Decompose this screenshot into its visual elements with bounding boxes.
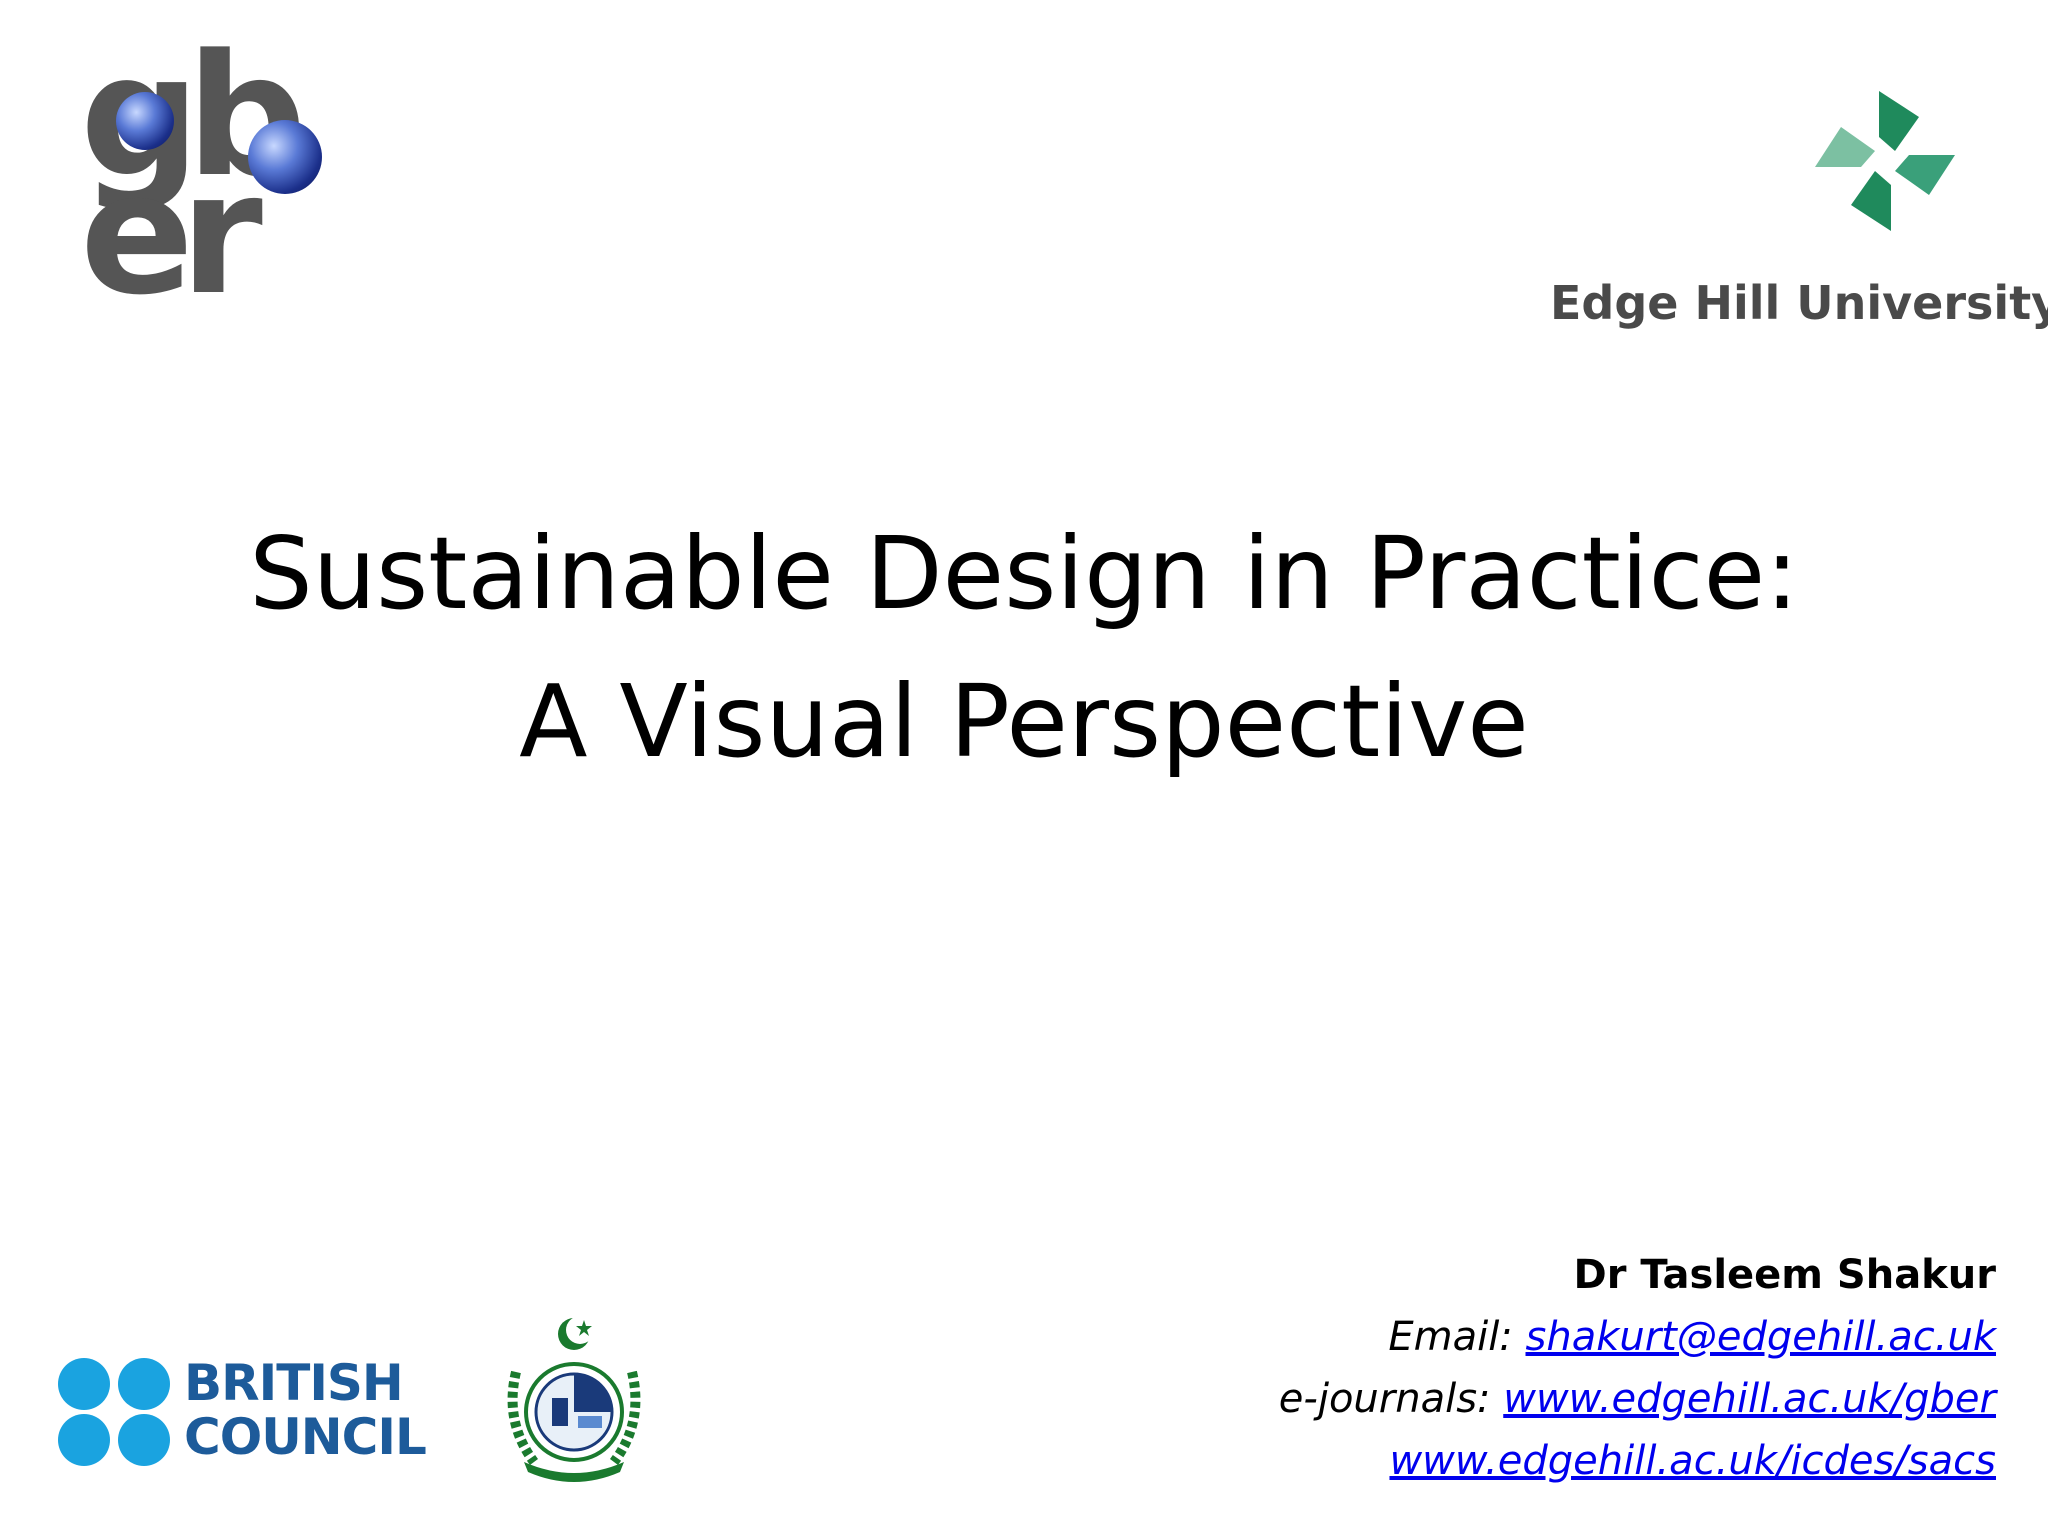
- ejournals-label: e-journals:: [1278, 1376, 1504, 1422]
- slide-title-line2: A Visual Perspective: [519, 663, 1529, 780]
- slide: gb er Edge Hill University Sustainable D…: [0, 0, 2048, 1536]
- ejournals-line: e-journals: www.edgehill.ac.uk/gber: [1279, 1368, 1996, 1430]
- email-label: Email:: [1388, 1314, 1526, 1360]
- ejournal-link-sacs[interactable]: www.edgehill.ac.uk/icdes/sacs: [1389, 1438, 1996, 1484]
- author-contact-block: Dr Tasleem Shakur Email: shakurt@edgehil…: [1279, 1244, 1996, 1492]
- slide-title: Sustainable Design in Practice: A Visual…: [0, 500, 2048, 796]
- email-link[interactable]: shakurt@edgehill.ac.uk: [1526, 1314, 1997, 1360]
- hec-emblem-icon: [507, 1316, 641, 1482]
- british-council-dots-icon: [56, 1356, 182, 1466]
- author-name: Dr Tasleem Shakur: [1573, 1252, 1996, 1298]
- email-line: Email: shakurt@edgehill.ac.uk: [1279, 1306, 1996, 1368]
- british-council-logo: BRITISH COUNCIL: [56, 1356, 446, 1466]
- gber-line2: er: [80, 136, 263, 332]
- ejournals-line-2: www.edgehill.ac.uk/icdes/sacs: [1279, 1430, 1996, 1492]
- edge-hill-university-name: Edge Hill University: [1550, 276, 2048, 330]
- slide-title-line1: Sustainable Design in Practice:: [249, 515, 1799, 632]
- british-council-line2: COUNCIL: [184, 1408, 427, 1466]
- ejournal-link-gber[interactable]: www.edgehill.ac.uk/gber: [1503, 1376, 1996, 1422]
- british-council-line1: BRITISH: [184, 1354, 404, 1412]
- edge-hill-university-logo: Edge Hill University: [1540, 86, 2048, 356]
- globe-icon: [248, 120, 322, 194]
- edge-hill-emblem-icon: [1815, 91, 1955, 231]
- british-council-wordmark: BRITISH COUNCIL: [184, 1354, 427, 1466]
- globe-icon: [116, 92, 174, 150]
- gber-logo: gb er: [80, 32, 340, 332]
